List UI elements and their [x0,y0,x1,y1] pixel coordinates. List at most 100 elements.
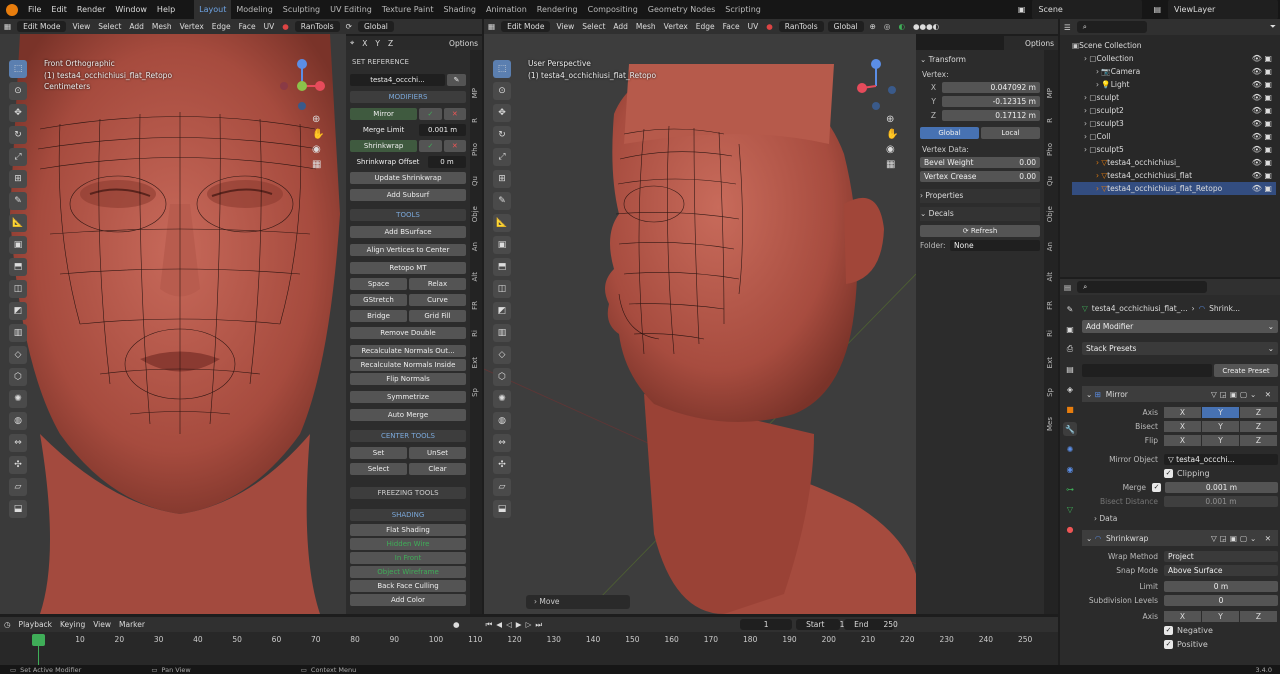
npanel-tab-fr[interactable]: FR [471,301,481,310]
local-toggle[interactable]: Local [981,127,1040,139]
constraints-tab-icon[interactable]: ⊶ [1063,482,1077,496]
center-clear-button[interactable]: Clear [409,463,466,475]
decals-header[interactable]: ⌄ Decals [920,207,1040,221]
mirror-flip-y[interactable]: Y [1202,435,1239,446]
vertex-crease-field[interactable]: Vertex Crease 0.00 [920,171,1040,182]
transform-header[interactable]: ⌄ Transform [920,53,1040,67]
playback-controls-icon[interactable]: ⏮◀◁▶▷⏭ [482,620,551,630]
measure-tool-icon[interactable]: 📐 [9,214,27,232]
npanel-tab-mp[interactable]: MP [1046,88,1056,98]
output-tab-icon[interactable]: ⎙ [1063,342,1077,356]
shrinkwrap-modifier-name[interactable]: Shrinkwrap [1106,534,1148,543]
mirror-modifier-header[interactable]: ⌄ ⊞ Mirror ▽◲▣▢⌄ ✕ [1082,386,1278,402]
remove-double-button[interactable]: Remove Double [350,327,466,339]
limit-field[interactable]: 0 m [1164,581,1278,592]
workspace-tab-texture-paint[interactable]: Texture Paint [377,0,439,19]
mirror-bisect-z[interactable]: Z [1240,421,1277,432]
mirror-toggle-icons[interactable]: ▽◲▣▢⌄ ✕ [1211,390,1274,399]
mirror-flip-z[interactable]: Z [1240,435,1277,446]
shrinkwrap-axis-y[interactable]: Y [1202,611,1239,622]
outliner-search[interactable]: ⌕ [1076,21,1147,33]
shrinkwrap-modifier-button[interactable]: Shrinkwrap [350,140,418,152]
camera-icon[interactable]: ◉ [312,144,324,155]
spin-tool-icon[interactable]: ✺ [9,390,27,408]
menu-edit[interactable]: Edit [46,0,72,19]
playhead[interactable] [32,634,45,646]
right-add-cube-tool-icon[interactable]: ▣ [493,236,511,254]
current-frame-field[interactable]: 1 [740,619,793,630]
workspace-tab-uv-editing[interactable]: UV Editing [325,0,377,19]
right-menu-add[interactable]: Add [609,22,632,31]
stack-presets-dropdown[interactable]: Stack Presets ⌄ [1082,342,1278,355]
overlay-toggle-icon[interactable]: ◐ [894,22,909,31]
relax-button[interactable]: Relax [409,278,466,290]
right-shear-tool-icon[interactable]: ▱ [493,478,511,496]
npanel-tab-qu[interactable]: Qu [1046,176,1056,186]
outliner-row[interactable]: › 📷 Camera 👁 ▣ [1072,65,1276,78]
right-rantools-menu[interactable]: RanTools [778,21,824,32]
right-menu-view[interactable]: View [552,22,578,31]
npanel-tab-obje[interactable]: Obje [471,206,481,222]
recalc-normals-in-button[interactable]: Recalculate Normals Inside [350,359,466,371]
merge-limit-field[interactable]: 0.001 m [419,124,466,136]
outliner-row[interactable]: › ▽ testa4_occhichiusi_flat_Retopo 👁 ▣ [1072,182,1276,195]
npanel-tab-ext[interactable]: Ext [471,357,481,368]
hidden-wire-button[interactable]: Hidden Wire [350,538,466,550]
mirror-modifier-name[interactable]: Mirror [1106,390,1128,399]
positive-checkbox[interactable]: ✓ [1164,640,1173,649]
outliner-row[interactable]: ▣ Scene Collection [1072,39,1276,52]
right-menu-vertex[interactable]: Vertex [660,22,692,31]
update-shrinkwrap-button[interactable]: Update Shrinkwrap [350,172,466,184]
mirror-flip-x[interactable]: X [1164,435,1201,446]
merge-checkbox[interactable]: ✓ [1152,483,1161,492]
mirror-delete-icon[interactable]: ✕ [443,108,467,120]
space-button[interactable]: Space [350,278,407,290]
extrude-tool-icon[interactable]: ⬒ [9,258,27,276]
workspace-tab-scripting[interactable]: Scripting [720,0,766,19]
mode-selector[interactable]: Edit Mode [17,21,67,32]
tools-header[interactable]: TOOLS [350,209,466,221]
add-bsurface-button[interactable]: Add BSurface [350,226,466,238]
left-menu-edge[interactable]: Edge [208,22,235,31]
npanel-tab-alt[interactable]: Alt [1046,272,1056,281]
menu-window[interactable]: Window [110,0,152,19]
npanel-tab-ri[interactable]: Ri [471,330,481,337]
shrink-fatten-tool-icon[interactable]: ✣ [9,456,27,474]
left-menu-vertex[interactable]: Vertex [176,22,208,31]
visibility-eye-icon[interactable]: 👁 ▣ [1252,119,1272,128]
end-frame-field[interactable]: End 250 [844,619,898,630]
negative-checkbox[interactable]: ✓ [1164,626,1173,635]
outliner-row[interactable]: › 💡 Light 👁 ▣ [1072,78,1276,91]
shear-tool-icon[interactable]: ▱ [9,478,27,496]
shrinkwrap-axis-x[interactable]: X [1164,611,1201,622]
visibility-eye-icon[interactable]: 👁 ▣ [1252,93,1272,102]
align-vertices-button[interactable]: Align Vertices to Center [350,244,466,256]
transform-tool-icon[interactable]: ⊞ [9,170,27,188]
left-menu-uv[interactable]: UV [260,22,279,31]
left-menu-add[interactable]: Add [125,22,148,31]
flip-normals-button[interactable]: Flip Normals [350,373,466,385]
shrinkwrap-collapse-icon[interactable]: ⌄ [1086,534,1092,543]
right-navigation-gizmo[interactable] [854,56,900,116]
smooth-tool-icon[interactable]: ◍ [9,412,27,430]
visibility-eye-icon[interactable]: 👁 ▣ [1252,132,1272,141]
navigation-gizmo[interactable] [280,56,326,116]
annotate-tool-icon[interactable]: ✎ [9,192,27,210]
workspace-tab-modeling[interactable]: Modeling [231,0,277,19]
start-frame-field[interactable]: Start 1 [796,619,844,630]
npanel-tab-pho[interactable]: Pho [471,143,481,156]
add-cube-tool-icon[interactable]: ▣ [9,236,27,254]
right-annotate-tool-icon[interactable]: ✎ [493,192,511,210]
right-perspective-icon[interactable]: ▦ [886,159,898,170]
global-toggle[interactable]: Global [920,127,979,139]
add-subsurf-button[interactable]: Add Subsurf [350,189,466,201]
right-zoom-icon[interactable]: ⊕ [886,114,898,125]
outliner-row[interactable]: › ▢ Collection 👁 ▣ [1072,52,1276,65]
visibility-eye-icon[interactable]: 👁 ▣ [1252,67,1272,76]
vertex-z-field[interactable]: 0.17112 m [942,110,1040,121]
options-menu[interactable]: Options [445,39,482,48]
rip-tool-icon[interactable]: ⬓ [9,500,27,518]
move-tool-icon[interactable]: ✥ [9,104,27,122]
mirror-object-field[interactable]: ▽ testa4_occchi... [1164,454,1278,465]
blender-logo-icon[interactable] [6,3,18,16]
